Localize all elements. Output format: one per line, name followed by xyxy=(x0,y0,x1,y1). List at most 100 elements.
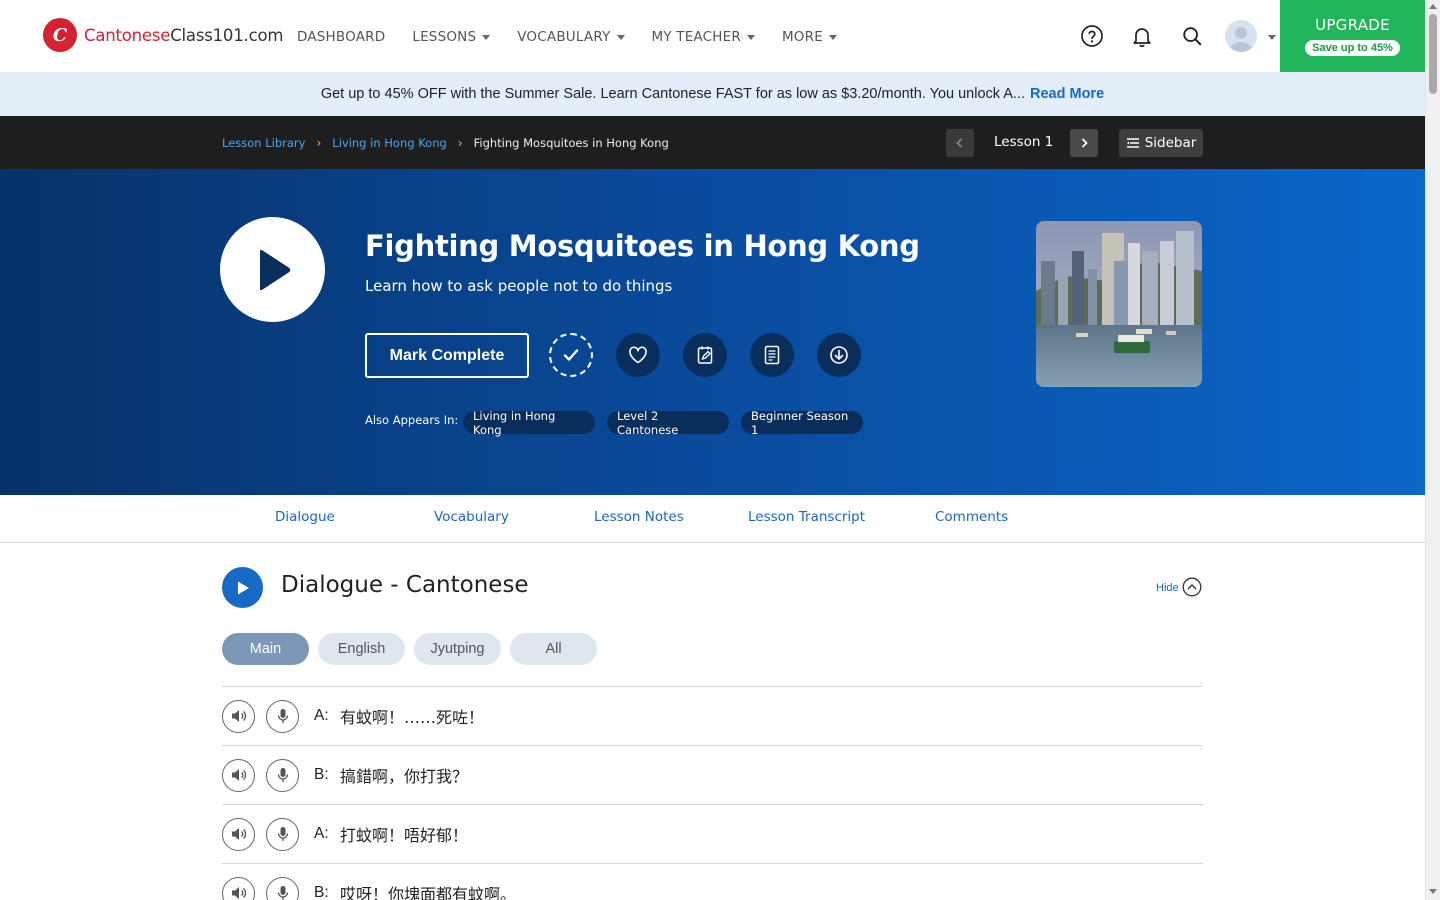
dialogue-title: Dialogue - Cantonese xyxy=(281,572,529,598)
play-lesson-button[interactable] xyxy=(220,217,325,322)
nav-lessons[interactable]: LESSONS xyxy=(412,29,491,45)
mark-complete-button[interactable]: Mark Complete xyxy=(365,333,529,378)
top-nav: C CantoneseClass101.com DASHBOARD LESSON… xyxy=(0,0,1425,72)
microphone-icon[interactable] xyxy=(266,817,299,851)
breadcrumb: Lesson Library › Living in Hong Kong › F… xyxy=(222,136,669,150)
chevron-right-icon: › xyxy=(316,136,322,150)
lesson-number: Lesson 1 xyxy=(994,134,1054,150)
play-icon xyxy=(259,249,290,290)
brand-name-part-2: Class101.com xyxy=(170,25,284,45)
filter-jyutping[interactable]: Jyutping xyxy=(414,633,501,665)
bell-icon[interactable] xyxy=(1129,23,1155,49)
scroll-down-arrow-icon[interactable] xyxy=(1429,889,1437,894)
breadcrumb-current: Fighting Mosquitoes in Hong Kong xyxy=(473,136,669,150)
nav-lessons-label: LESSONS xyxy=(412,29,477,45)
logo-mark-icon: C xyxy=(43,18,77,52)
brand-name-part-1: Cantonese xyxy=(84,25,171,45)
chevron-down-icon xyxy=(482,34,491,40)
help-icon[interactable] xyxy=(1079,23,1105,49)
nav-dashboard-label: DASHBOARD xyxy=(297,29,386,45)
play-icon xyxy=(237,581,249,594)
chevron-down-icon xyxy=(828,34,837,40)
avatar[interactable] xyxy=(1225,20,1257,52)
dialogue-line: A: 有蚊啊！……死咗！ xyxy=(222,686,1203,745)
tag-living-in-hong-kong[interactable]: Living in Hong Kong xyxy=(463,409,595,437)
speaker-label: B: xyxy=(314,884,329,900)
scrollbar-thumb[interactable] xyxy=(1429,14,1437,94)
tab-comments[interactable]: Comments xyxy=(935,509,1008,525)
nav-vocabulary-label: VOCABULARY xyxy=(517,29,611,45)
microphone-icon[interactable] xyxy=(266,699,299,733)
tab-lesson-transcript[interactable]: Lesson Transcript xyxy=(748,509,865,525)
nav-more[interactable]: MORE xyxy=(782,29,837,45)
nav-vocabulary[interactable]: VOCABULARY xyxy=(517,29,625,45)
dialogue-text: 哎呀！你塊面都有蚊啊。 xyxy=(340,885,517,900)
breadcrumb-lesson-library[interactable]: Lesson Library xyxy=(222,136,305,150)
download-icon[interactable] xyxy=(817,333,861,377)
filter-all[interactable]: All xyxy=(510,633,597,665)
speaker-icon[interactable] xyxy=(222,876,255,900)
page-scrollbar[interactable] xyxy=(1425,0,1440,900)
breadcrumb-bar: Lesson Library › Living in Hong Kong › F… xyxy=(0,116,1425,169)
nav-dashboard[interactable]: DASHBOARD xyxy=(297,29,385,45)
tag-beginner-season-1[interactable]: Beginner Season 1 xyxy=(741,409,863,437)
promo-banner: Get up to 45% OFF with the Summer Sale. … xyxy=(0,72,1425,116)
check-icon[interactable] xyxy=(549,333,593,377)
speaker-label: B: xyxy=(314,766,329,783)
upgrade-button[interactable]: UPGRADE Save up to 45% xyxy=(1280,0,1425,72)
nav-my-teacher-label: MY TEACHER xyxy=(651,29,741,45)
tag-level-2-cantonese[interactable]: Level 2 Cantonese xyxy=(607,409,729,437)
dialogue-text: 有蚊啊！……死咗！ xyxy=(340,708,485,727)
also-appears-label: Also Appears In: xyxy=(365,413,459,427)
tab-vocabulary[interactable]: Vocabulary xyxy=(434,509,509,525)
promo-text: Get up to 45% OFF with the Summer Sale. … xyxy=(320,86,1026,102)
sidebar-label: Sidebar xyxy=(1144,135,1197,151)
sidebar-toggle-button[interactable]: Sidebar xyxy=(1119,129,1203,157)
lesson-tabs: Dialogue Vocabulary Lesson Notes Lesson … xyxy=(0,495,1425,543)
microphone-icon[interactable] xyxy=(266,876,299,900)
filter-main[interactable]: Main xyxy=(222,633,309,665)
next-lesson-button[interactable] xyxy=(1070,129,1098,157)
upgrade-discount-badge: Save up to 45% xyxy=(1305,40,1400,56)
dialogue-text: 打蚊啊！唔好郁！ xyxy=(340,826,469,845)
avatar-chevron-down-icon[interactable] xyxy=(1268,35,1276,40)
tab-dialogue[interactable]: Dialogue xyxy=(275,509,335,525)
dialogue-line: B: 搞錯啊，你打我？ xyxy=(222,745,1203,804)
chevron-down-icon xyxy=(746,34,755,40)
main-nav: DASHBOARD LESSONS VOCABULARY MY TEACHER … xyxy=(297,29,864,45)
chevron-up-circle-icon[interactable] xyxy=(1182,577,1202,597)
speaker-label: A: xyxy=(314,707,329,724)
chevron-right-icon: › xyxy=(457,136,463,150)
tab-lesson-notes[interactable]: Lesson Notes xyxy=(594,509,684,525)
hide-dialogue-link[interactable]: Hide xyxy=(1156,582,1179,594)
lesson-title: Fighting Mosquitoes in Hong Kong xyxy=(365,229,920,263)
pdf-icon[interactable] xyxy=(750,333,794,377)
breadcrumb-living-in-hong-kong[interactable]: Living in Hong Kong xyxy=(332,136,447,150)
scroll-up-arrow-icon[interactable] xyxy=(1429,4,1437,9)
heart-icon[interactable] xyxy=(616,333,660,377)
page: C CantoneseClass101.com DASHBOARD LESSON… xyxy=(0,0,1425,900)
play-dialogue-button[interactable] xyxy=(222,567,263,608)
search-icon[interactable] xyxy=(1179,23,1205,49)
logo-text: CantoneseClass101.com xyxy=(84,26,283,45)
brand-logo[interactable]: C CantoneseClass101.com xyxy=(43,18,283,52)
upgrade-title: UPGRADE xyxy=(1315,16,1390,34)
notes-icon[interactable] xyxy=(683,333,727,377)
speaker-icon[interactable] xyxy=(222,758,255,792)
dialogue-line: A: 打蚊啊！唔好郁！ xyxy=(222,804,1203,863)
nav-my-teacher[interactable]: MY TEACHER xyxy=(652,29,755,45)
microphone-icon[interactable] xyxy=(266,758,299,792)
previous-lesson-button[interactable] xyxy=(946,129,974,157)
promo-read-more-link[interactable]: Read More xyxy=(1030,86,1104,102)
speaker-label: A: xyxy=(314,825,329,842)
lesson-hero: Fighting Mosquitoes in Hong Kong Learn h… xyxy=(0,169,1425,495)
chevron-down-icon xyxy=(616,34,625,40)
filter-english[interactable]: English xyxy=(318,633,405,665)
speaker-icon[interactable] xyxy=(222,817,255,851)
speaker-icon[interactable] xyxy=(222,699,255,733)
dialogue-line: B: 哎呀！你塊面都有蚊啊。 xyxy=(222,863,1203,900)
nav-more-label: MORE xyxy=(781,29,823,45)
menu-icon xyxy=(1126,138,1139,148)
dialogue-text: 搞錯啊，你打我？ xyxy=(340,767,469,786)
lesson-subtitle: Learn how to ask people not to do things xyxy=(365,277,673,295)
